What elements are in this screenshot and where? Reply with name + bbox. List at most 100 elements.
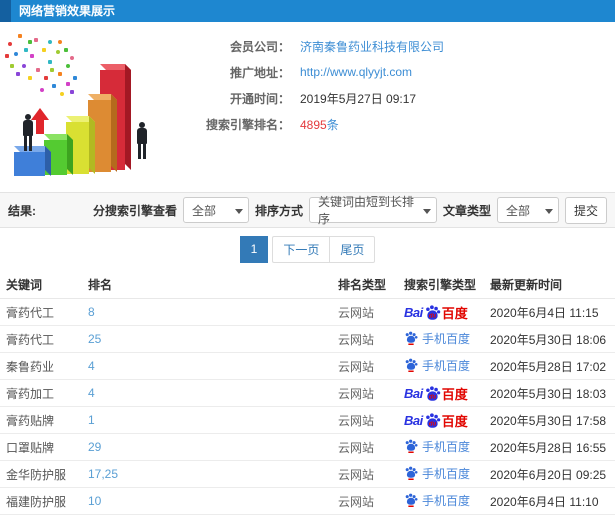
rank-type-cell: 云网站 — [338, 413, 375, 428]
engine-type-cell: Bai du 百度 — [404, 465, 490, 484]
rank-link[interactable]: 17,25 — [88, 467, 118, 481]
engine-rank-count-value: 4895条 — [300, 116, 339, 133]
member-company-link[interactable]: 济南秦鲁药业科技有限公司 — [300, 38, 444, 55]
table-row[interactable]: Bai du 百度 — [0, 515, 615, 520]
baidu-logo: Bai du 百度 — [404, 384, 468, 403]
rank-link[interactable]: 4 — [88, 359, 95, 373]
engine-type-cell: Bai du 百度 — [404, 438, 490, 457]
header-keyword: 关键词 — [6, 277, 43, 292]
chevron-down-icon — [545, 209, 553, 214]
company-info-rows: 会员公司： 济南秦鲁药业科技有限公司 推广地址： http://www.qlyy… — [172, 34, 444, 138]
engine-rank-count-row: 搜索引擎排名： 4895条 — [172, 112, 444, 136]
baidu-mobile-cn-text: 手机百度 — [422, 466, 471, 481]
engine-type-cell: Bai du 百度 — [404, 330, 490, 349]
rank-cell: 10 — [88, 494, 338, 508]
rank-link[interactable]: 1 — [88, 413, 95, 427]
rank-type-cell: 云网站 — [338, 332, 375, 347]
table-row[interactable]: 口罩贴牌 29 云网站 Bai du 百度 — [0, 434, 615, 461]
baidu-mobile-cn-text: 手机百度 — [422, 493, 471, 508]
page-title: 网络营销效果展示 — [19, 4, 116, 18]
baidu-mobile-logo: 手机百度 — [404, 330, 470, 347]
table-row[interactable]: 福建防护服 10 云网站 Bai du 百度 — [0, 488, 615, 515]
baidu-mobile-paw-icon — [405, 331, 418, 346]
up-arrow-icon — [31, 108, 49, 134]
rank-type-cell: 云网站 — [338, 305, 375, 320]
table-row[interactable]: 金华防护服 17,25 云网站 Bai du 百度 — [0, 461, 615, 488]
open-time-value: 2019年5月27日 09:17 — [300, 91, 417, 106]
sort-select[interactable]: 关键词由短到长排序 — [308, 195, 437, 226]
rank-link[interactable]: 10 — [88, 494, 101, 508]
rank-count-suffix: 条 — [326, 117, 339, 132]
svg-text:du: du — [429, 394, 437, 400]
svg-text:du: du — [429, 313, 437, 319]
rank-type-cell: 云网站 — [338, 494, 375, 509]
filter-controls: 分搜索引擎查看 全部 排序方式 关键词由短到长排序 文章类型 全部 提交 — [92, 195, 607, 226]
baidu-logo-bai-text: Bai — [404, 304, 423, 320]
rank-type-cell: 云网站 — [338, 467, 375, 482]
filter-bar: 结果: 分搜索引擎查看 全部 排序方式 关键词由短到长排序 文章类型 全部 提交 — [0, 192, 615, 228]
engine-filter-select[interactable]: 全部 — [182, 197, 249, 223]
sort-label: 排序方式 — [254, 203, 303, 218]
engine-filter-label: 分搜索引擎查看 — [92, 203, 177, 218]
pagination-page-1[interactable]: 1 — [239, 235, 269, 263]
results-label: 结果: — [8, 203, 36, 218]
engine-type-cell: Bai du 百度 — [404, 492, 490, 511]
pagination-last-button[interactable]: 尾页 — [329, 235, 376, 263]
rank-link[interactable]: 29 — [88, 440, 101, 454]
rank-type-cell: 云网站 — [338, 359, 375, 374]
keyword-ranking-table: 关键词 排名 排名类型 搜索引擎类型 最新更新时间 膏药代工 8 云网站 Bai… — [0, 270, 615, 520]
table-body: 膏药代工 8 云网站 Bai du 百度 2020年6月4日 11:15 膏药代… — [0, 299, 615, 520]
header-rank: 排名 — [88, 277, 113, 292]
rank-cell: 17,25 — [88, 467, 338, 481]
baidu-mobile-logo: 手机百度 — [404, 438, 470, 455]
sort-value: 关键词由短到长排序 — [317, 195, 414, 226]
baidu-mobile-logo: 手机百度 — [404, 492, 470, 509]
updated-cell: 2020年6月4日 11:15 — [490, 305, 599, 320]
article-type-label: 文章类型 — [442, 203, 491, 218]
baidu-mobile-logo: 手机百度 — [404, 465, 470, 482]
baidu-mobile-cn-text: 手机百度 — [422, 358, 471, 373]
page: 网络营销效果展示 会员公司： 济南秦鲁药业科技有限公司 推广地址： http:/… — [0, 0, 615, 520]
updated-cell: 2020年5月30日 17:58 — [490, 413, 607, 428]
baidu-mobile-cn-text: 手机百度 — [422, 331, 471, 346]
rank-cell: 1 — [88, 413, 338, 427]
engine-type-cell: Bai du 百度 — [404, 357, 490, 376]
baidu-mobile-cn-text: 手机百度 — [422, 439, 471, 454]
keyword-cell: 膏药加工 — [6, 386, 55, 401]
rank-link[interactable]: 8 — [88, 305, 95, 319]
rank-link[interactable]: 25 — [88, 332, 101, 346]
baidu-mobile-paw-icon — [405, 466, 418, 481]
rank-type-cell: 云网站 — [338, 440, 375, 455]
rank-cell: 4 — [88, 386, 338, 400]
engine-type-cell: Bai du 百度 — [404, 384, 490, 403]
member-company-label: 会员公司： — [229, 39, 290, 54]
article-type-value: 全部 — [506, 203, 531, 218]
table-row[interactable]: 膏药贴牌 1 云网站 Bai du 百度 2020年5月30日 17:58 — [0, 407, 615, 434]
header-engine-type: 搜索引擎类型 — [404, 277, 477, 292]
baidu-paw-icon: du — [425, 304, 440, 320]
baidu-mobile-paw-icon — [405, 493, 418, 508]
title-bar-edge — [0, 0, 11, 22]
table-row[interactable]: 膏药代工 8 云网站 Bai du 百度 2020年6月4日 11:15 — [0, 299, 615, 326]
table-row[interactable]: 膏药代工 25 云网站 Bai du 百度 — [0, 326, 615, 353]
baidu-logo-cn-text: 百度 — [441, 413, 468, 429]
baidu-logo-cn-text: 百度 — [441, 386, 468, 402]
baidu-logo: Bai du 百度 — [404, 411, 468, 430]
chevron-down-icon — [234, 209, 243, 214]
submit-button[interactable]: 提交 — [565, 196, 607, 224]
updated-cell: 2020年5月30日 18:06 — [490, 332, 607, 347]
keyword-cell: 福建防护服 — [6, 494, 67, 509]
bar-chart-illustration — [0, 28, 170, 188]
pagination-next-button[interactable]: 下一页 — [272, 235, 330, 263]
baidu-mobile-paw-icon — [405, 358, 418, 373]
updated-cell: 2020年5月28日 16:55 — [490, 440, 607, 455]
article-type-select[interactable]: 全部 — [497, 197, 559, 223]
header-updated: 最新更新时间 — [490, 277, 563, 292]
open-time-row: 开通时间： 2019年5月27日 09:17 — [172, 86, 444, 110]
pagination: 1 下一页 尾页 — [0, 228, 615, 270]
table-row[interactable]: 膏药加工 4 云网站 Bai du 百度 2020年5月30日 18:03 — [0, 380, 615, 407]
promo-url-link[interactable]: http://www.qlyyjt.com — [300, 65, 412, 79]
baidu-logo-bai-text: Bai — [404, 412, 423, 428]
table-row[interactable]: 秦鲁药业 4 云网站 Bai du 百度 — [0, 353, 615, 380]
rank-link[interactable]: 4 — [88, 386, 95, 400]
